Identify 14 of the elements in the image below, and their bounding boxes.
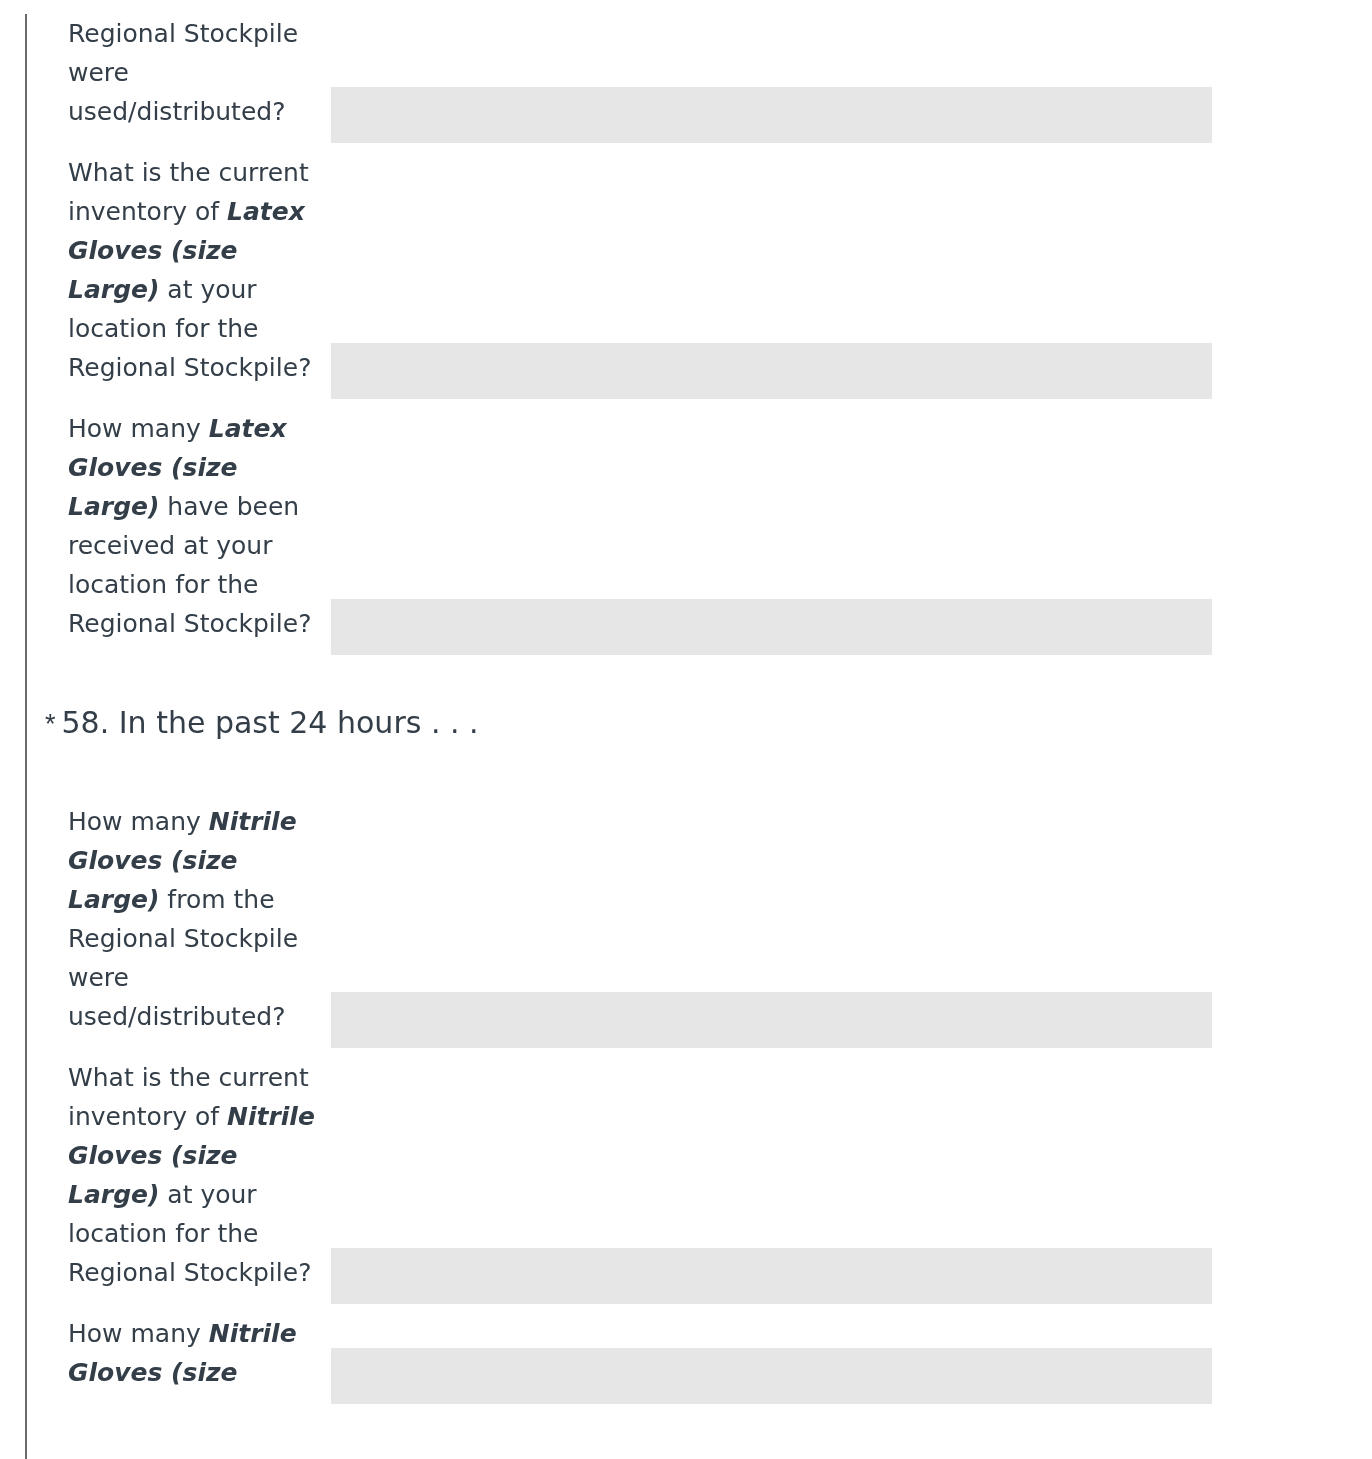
question-label: How many Nitrile Gloves (size Large) from the Regional Stockpile were used/distributed? (68, 806, 300, 1033)
answer-field[interactable] (331, 1348, 1212, 1404)
answer-field[interactable] (331, 992, 1212, 1048)
question-label: How many Latex Gloves (size Large) have been received at your location for the Regional Stockpile? (68, 413, 313, 640)
answer-field[interactable] (331, 1248, 1212, 1304)
question-label: How many Nitrile Gloves (size (68, 1318, 298, 1389)
question-label: Regional Stockpile were used/distributed? (68, 18, 300, 128)
question-heading: 58. In the past 24 hours . . . (61, 705, 479, 740)
answer-field[interactable] (331, 343, 1212, 399)
question-label: What is the current inventory of Latex Gloves (size Large) at your location for the Regional Stockpile? (68, 157, 313, 384)
question-label: What is the current inventory of Nitrile Gloves (size Large) at your location for the Regional Stockpile? (68, 1062, 316, 1289)
required-marker: * (45, 709, 56, 740)
answer-field[interactable] (331, 599, 1212, 655)
answer-field[interactable] (331, 87, 1212, 143)
